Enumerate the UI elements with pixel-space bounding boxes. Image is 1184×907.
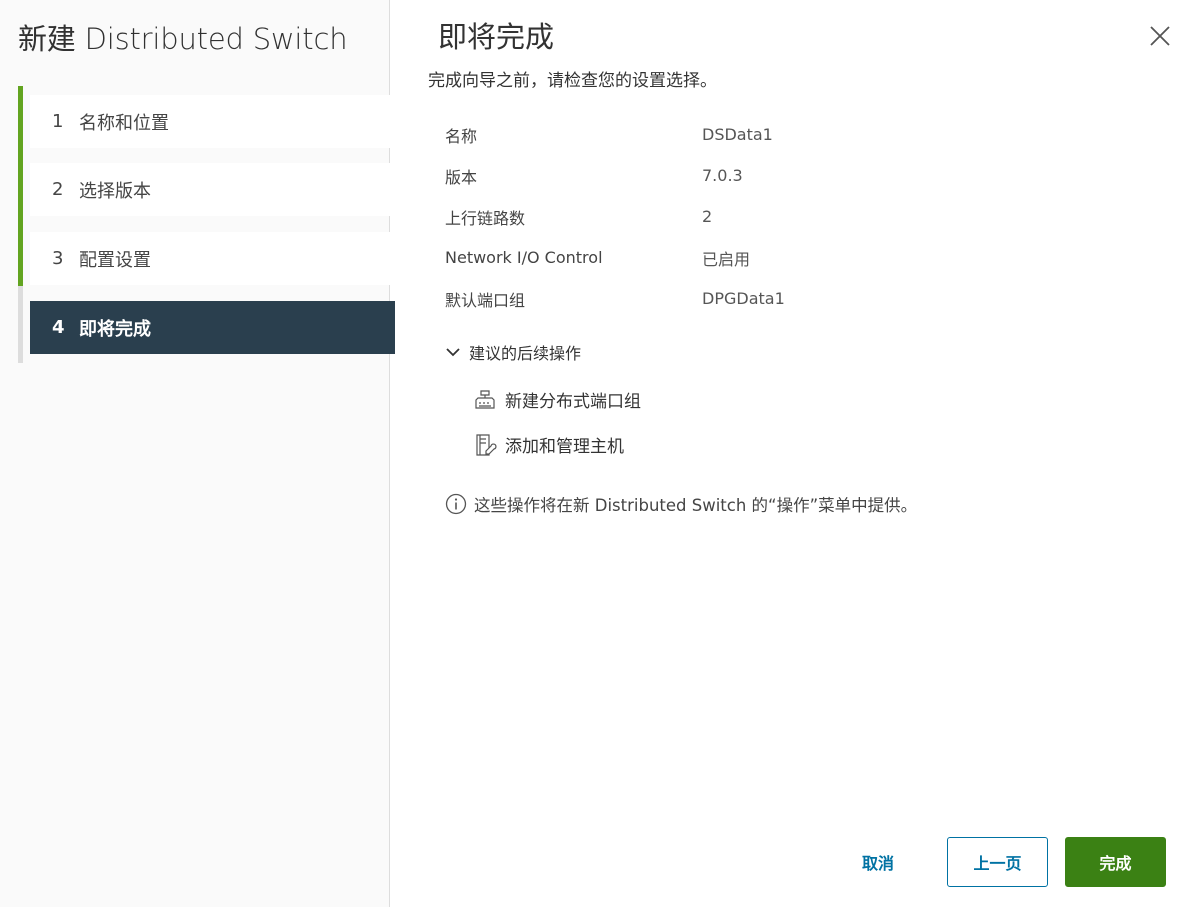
chevron-down-icon [446,348,460,357]
action-label: 新建分布式端口组 [505,392,641,412]
step-number: 2 [52,179,64,200]
port-group-icon [475,389,495,409]
summary-row-nioc: Network I/O Control 已启用 [445,237,1045,278]
close-icon[interactable] [1148,24,1172,48]
step-label: 配置设置 [79,249,151,271]
summary-key: 名称 [445,126,478,146]
manage-hosts-icon [476,433,497,456]
summary-value: DPGData1 [702,289,785,308]
step-label: 名称和位置 [79,112,169,134]
step-name-location[interactable]: 1 名称和位置 [30,95,395,148]
step-label: 选择版本 [79,180,151,202]
page-title: 即将完成 [438,20,555,54]
step-ready-to-complete[interactable]: 4 即将完成 [30,301,395,354]
summary-key: 上行链路数 [445,208,526,228]
summary-row-uplinks: 上行链路数 2 [445,196,1045,237]
action-label: 添加和管理主机 [505,437,624,457]
wizard-sidebar: 新建 Distributed Switch 1 名称和位置 2 选择版本 3 配… [0,0,395,907]
settings-summary: 名称 DSData1 版本 7.0.3 上行链路数 2 Network I/O … [445,114,1045,319]
new-distributed-switch-wizard: 新建 Distributed Switch 1 名称和位置 2 选择版本 3 配… [0,0,1184,907]
suggested-next-actions-toggle[interactable]: 建议的后续操作 [445,340,581,364]
summary-value: 7.0.3 [702,166,743,185]
summary-key: 默认端口组 [445,290,526,310]
action-new-port-group[interactable]: 新建分布式端口组 [473,387,641,412]
cancel-button[interactable]: 取消 [843,837,913,887]
step-number: 1 [52,111,64,132]
summary-row-default-portgroup: 默认端口组 DPGData1 [445,278,1045,319]
summary-key: 版本 [445,167,478,187]
step-progress-remainder [18,286,23,363]
step-number: 4 [52,317,65,338]
back-button[interactable]: 上一页 [947,837,1048,887]
summary-value: 2 [702,207,713,226]
suggested-next-actions-label: 建议的后续操作 [469,344,582,363]
finish-button[interactable]: 完成 [1065,837,1166,887]
summary-value: DSData1 [702,125,773,144]
step-configure-settings[interactable]: 3 配置设置 [30,232,395,285]
step-list: 1 名称和位置 2 选择版本 3 配置设置 4 即将完成 [18,86,395,363]
summary-row-version: 版本 7.0.3 [445,155,1045,196]
page-description: 完成向导之前，请检查您的设置选择。 [428,71,717,91]
wizard-content: 即将完成 完成向导之前，请检查您的设置选择。 名称 DSData1 版本 7.0… [390,0,1184,907]
info-note: 这些操作将在新 Distributed Switch 的“操作”菜单中提供。 [445,492,917,516]
action-add-manage-hosts[interactable]: 添加和管理主机 [473,432,624,457]
step-number: 3 [52,248,64,269]
summary-key: Network I/O Control [445,248,603,267]
step-select-version[interactable]: 2 选择版本 [30,163,395,216]
summary-value: 已启用 [702,249,751,269]
info-note-text: 这些操作将在新 Distributed Switch 的“操作”菜单中提供。 [474,496,918,515]
wizard-title: 新建 Distributed Switch [18,22,348,56]
summary-row-name: 名称 DSData1 [445,114,1045,155]
step-label: 即将完成 [79,318,151,340]
info-icon [445,493,467,515]
